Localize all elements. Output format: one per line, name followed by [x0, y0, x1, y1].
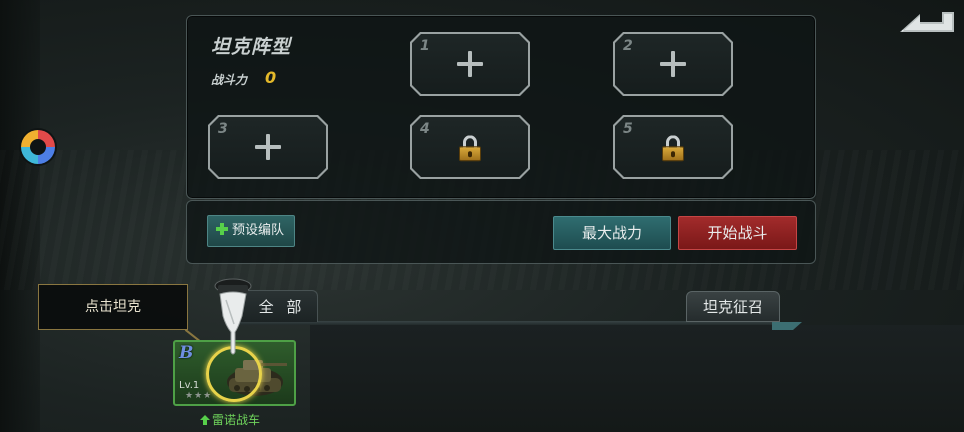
tank-name-row: 雷诺战车 — [200, 411, 260, 428]
formation-slot-4[interactable]: 4 — [410, 115, 530, 179]
tank-list-area — [310, 325, 964, 432]
plus-icon — [255, 134, 281, 160]
plus-icon — [216, 223, 228, 235]
slot-number: 5 — [623, 121, 633, 137]
upgrade-arrow-icon — [200, 415, 210, 425]
slot-number: 1 — [420, 38, 430, 54]
tutorial-hand-pointer-icon — [214, 278, 252, 355]
tank-recruit-button[interactable]: 坦克征召 — [686, 291, 780, 322]
slot-number: 3 — [218, 121, 228, 137]
slot-number: 4 — [420, 121, 430, 137]
plus-icon — [457, 51, 483, 77]
lock-icon — [459, 135, 481, 162]
back-arrow-icon[interactable] — [898, 8, 956, 36]
max-power-button[interactable]: 最大战力 — [553, 216, 671, 250]
preset-formation-button[interactable]: 预设编队 — [207, 215, 295, 247]
combat-power-value: 0 — [265, 68, 277, 87]
tank-level: Lv.1 — [179, 380, 200, 391]
formation-slot-2[interactable]: 2 — [613, 32, 733, 96]
formation-slot-5[interactable]: 5 — [613, 115, 733, 179]
app-logo-icon[interactable] — [18, 127, 58, 167]
slot-number: 2 — [623, 38, 633, 54]
preset-formation-label: 预设编队 — [232, 223, 285, 238]
formation-title: 坦克阵型 — [211, 36, 292, 58]
formation-panel: 坦克阵型 战斗力 0 1 2 3 4 5 — [186, 15, 816, 199]
tutorial-tooltip: 点击坦克 — [38, 284, 188, 330]
tank-grade: B — [179, 343, 194, 363]
combat-power-label: 战斗力 — [211, 73, 248, 87]
tank-stars: ★★★ — [185, 391, 213, 401]
plus-icon — [660, 51, 686, 77]
formation-slot-3[interactable]: 3 — [208, 115, 328, 179]
lock-icon — [662, 135, 684, 162]
action-bar: 预设编队 最大战力 开始战斗 — [186, 200, 816, 264]
formation-slot-1[interactable]: 1 — [410, 32, 530, 96]
tank-name: 雷诺战车 — [212, 413, 261, 427]
start-battle-button[interactable]: 开始战斗 — [678, 216, 797, 250]
